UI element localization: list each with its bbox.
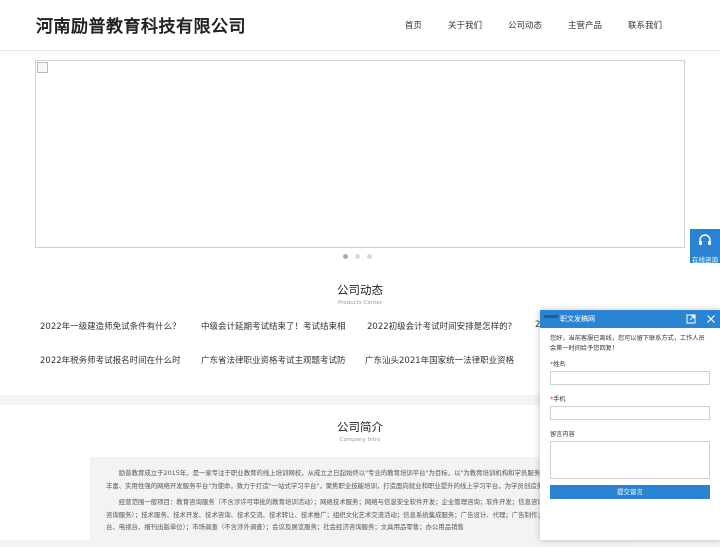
nav-news[interactable]: 公司动态 [508,19,542,31]
online-consult-button[interactable]: 在线咨询 [690,229,720,264]
site-logo[interactable]: 河南励普教育科技有限公司 [36,12,246,37]
nav-about[interactable]: 关于我们 [448,19,482,31]
broken-image-icon [37,62,48,73]
name-label: *姓名 [550,359,710,368]
phone-label: *手机 [550,394,710,403]
carousel-dot-3[interactable] [367,254,372,259]
chat-title: 职文发稿网 [560,315,595,323]
chat-avatar [544,315,558,318]
main-nav: 首页 关于我们 公司动态 主营产品 联系我们 [379,19,662,31]
news-item[interactable]: 广东汕头2021年国家统一法律职业资格 [365,354,514,366]
close-icon[interactable] [705,313,717,325]
online-consult-label: 在线咨询 [692,256,718,264]
expand-icon[interactable] [685,313,697,325]
carousel-dot-2[interactable] [355,254,360,259]
news-title: 公司动态 [337,283,383,297]
nav-home[interactable]: 首页 [405,19,422,31]
carousel-dots [343,254,379,259]
chat-header: 职文发稿网 [540,310,720,328]
chat-greeting: 您好，当前客服已离线，您可以留下联系方式，工作人员会第一时间给予您回复！ [550,335,705,352]
banner-section [0,51,720,268]
site-header: 河南励普教育科技有限公司 首页 关于我们 公司动态 主营产品 联系我们 [0,0,720,51]
banner-image[interactable] [35,60,685,248]
news-item[interactable]: 广东省法律职业资格考试主观题考试防 [201,354,346,366]
message-label: 留言内容 [550,431,575,438]
news-item[interactable]: 2022年一级建造师免试条件有什么？ [40,320,181,332]
submit-message-button[interactable]: 提交留言 [550,485,710,499]
carousel-dot-1[interactable] [343,254,348,259]
news-subtitle: Products Center [337,300,382,306]
headset-icon [699,234,711,245]
nav-contact[interactable]: 联系我们 [628,19,662,31]
nav-products[interactable]: 主营产品 [568,19,602,31]
chat-body: 您好，当前客服已离线，您可以留下联系方式，工作人员会第一时间给予您回复！ *姓名… [540,328,720,505]
phone-input[interactable] [550,406,710,420]
message-textarea[interactable] [550,441,710,479]
phone-label-text: 手机 [553,396,566,403]
news-item[interactable]: 中级会计延期考试结束了！考试结束相 [201,320,346,332]
name-input[interactable] [550,371,710,385]
news-item[interactable]: 2022年税务师考试报名时间在什么时 [40,354,181,366]
chat-widget: 职文发稿网 您好，当前客服已离线，您可以留下联系方式，工作人员会第一时间给予您回… [540,310,720,540]
name-label-text: 姓名 [553,361,566,368]
news-item[interactable]: 2022初级会计考试时间安排是怎样的? [367,320,512,332]
